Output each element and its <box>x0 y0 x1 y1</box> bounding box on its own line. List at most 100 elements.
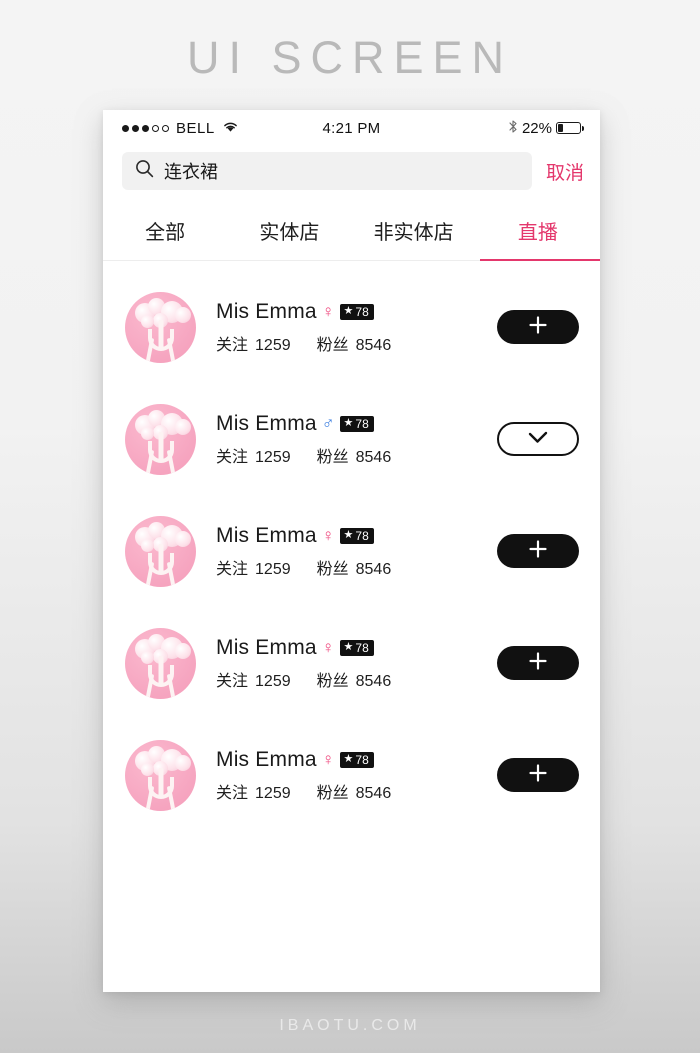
name-line: Mis Emma ♀ ★ 78 <box>216 748 497 772</box>
following-label: 关注 <box>216 784 249 802</box>
name-line: Mis Emma ♀ ★ 78 <box>216 524 497 548</box>
following-label: 关注 <box>216 560 249 578</box>
user-name: Mis Emma <box>216 523 317 547</box>
carrier-label: BELL <box>176 119 215 137</box>
following-count: 1259 <box>255 784 291 802</box>
gender-male-icon: ♂ <box>321 414 335 433</box>
follow-button[interactable] <box>497 534 579 568</box>
user-row[interactable]: Mis Emma ♀ ★ 78 关注 1259 粉丝 8546 <box>103 719 600 831</box>
user-list: Mis Emma ♀ ★ 78 关注 1259 粉丝 8546 Mis Emma ♂ ★ 78 关注 12… <box>103 261 600 831</box>
fans-count: 8546 <box>355 672 392 690</box>
gender-female-icon: ♀ <box>321 638 335 657</box>
status-bar-left: BELL <box>122 120 239 137</box>
search-value: 连衣裙 <box>164 162 218 182</box>
user-info: Mis Emma ♀ ★ 78 关注 1259 粉丝 8546 <box>196 748 497 803</box>
status-bar-right: 22% <box>508 119 584 138</box>
fans-count: 8546 <box>355 448 392 466</box>
page-title: UI SCREEN <box>186 32 514 83</box>
fans-label: 粉丝 <box>316 672 349 690</box>
tab-bar: 全部 实体店 非实体店 直播 <box>103 204 600 261</box>
name-line: Mis Emma ♂ ★ 78 <box>216 412 497 436</box>
star-icon: ★ <box>343 753 354 765</box>
name-line: Mis Emma ♀ ★ 78 <box>216 300 497 324</box>
bluetooth-icon <box>508 119 518 138</box>
fans-count: 8546 <box>355 560 392 578</box>
user-name: Mis Emma <box>216 411 317 435</box>
avatar[interactable] <box>125 515 196 587</box>
level-value: 78 <box>355 640 369 655</box>
following-label: 关注 <box>216 448 249 466</box>
level-value: 78 <box>355 752 369 767</box>
follow-button[interactable] <box>497 646 579 680</box>
star-icon: ★ <box>343 529 354 541</box>
plus-icon <box>528 539 548 564</box>
user-info: Mis Emma ♀ ★ 78 关注 1259 粉丝 8546 <box>196 524 497 579</box>
search-bar: 连衣裙 取消 <box>103 146 600 204</box>
fans-label: 粉丝 <box>316 784 349 802</box>
status-badge: ★ 78 <box>339 415 374 432</box>
user-name: Mis Emma <box>216 635 317 659</box>
avatar[interactable] <box>125 403 196 475</box>
signal-strength-icon <box>122 124 169 132</box>
stats-line: 关注 1259 粉丝 8546 <box>216 779 497 803</box>
fans-label: 粉丝 <box>316 448 349 466</box>
plus-icon <box>528 651 548 676</box>
status-badge: ★ 78 <box>339 303 374 320</box>
battery-percent-label: 22% <box>521 119 552 137</box>
user-info: Mis Emma ♀ ★ 78 关注 1259 粉丝 8546 <box>196 300 497 355</box>
avatar[interactable] <box>125 291 196 363</box>
status-badge: ★ 78 <box>339 527 374 544</box>
user-info: Mis Emma ♂ ★ 78 关注 1259 粉丝 8546 <box>196 412 497 467</box>
status-badge: ★ 78 <box>339 751 374 768</box>
stats-line: 关注 1259 粉丝 8546 <box>216 555 497 579</box>
stats-line: 关注 1259 粉丝 8546 <box>216 443 497 467</box>
user-name: Mis Emma <box>216 299 317 323</box>
wifi-icon <box>222 120 239 137</box>
avatar[interactable] <box>125 627 196 699</box>
plus-icon <box>528 763 548 788</box>
star-icon: ★ <box>343 641 354 653</box>
following-count: 1259 <box>255 672 291 690</box>
user-row[interactable]: Mis Emma ♀ ★ 78 关注 1259 粉丝 8546 <box>103 495 600 607</box>
tab-3[interactable]: 非实体店 <box>352 204 476 260</box>
gender-female-icon: ♀ <box>321 526 335 545</box>
user-row[interactable]: Mis Emma ♀ ★ 78 关注 1259 粉丝 8546 <box>103 607 600 719</box>
tab-4-active[interactable]: 直播 <box>476 204 600 261</box>
following-count: 1259 <box>255 448 291 466</box>
tab-2[interactable]: 实体店 <box>227 204 351 260</box>
tab-1[interactable]: 全部 <box>103 204 227 260</box>
check-icon <box>526 429 550 450</box>
following-count: 1259 <box>255 560 291 578</box>
plus-icon <box>528 315 548 340</box>
fans-count: 8546 <box>355 336 392 354</box>
gender-female-icon: ♀ <box>321 750 335 769</box>
follow-button[interactable] <box>497 758 579 792</box>
status-bar: BELL 4:21 PM 22% <box>103 110 600 146</box>
fans-label: 粉丝 <box>316 560 349 578</box>
level-value: 78 <box>355 416 369 431</box>
user-row[interactable]: Mis Emma ♀ ★ 78 关注 1259 粉丝 8546 <box>103 271 600 383</box>
user-row[interactable]: Mis Emma ♂ ★ 78 关注 1259 粉丝 8546 <box>103 383 600 495</box>
level-value: 78 <box>355 304 369 319</box>
stats-line: 关注 1259 粉丝 8546 <box>216 667 497 691</box>
name-line: Mis Emma ♀ ★ 78 <box>216 636 497 660</box>
following-count: 1259 <box>255 336 291 354</box>
fans-count: 8546 <box>355 784 392 802</box>
fans-label: 粉丝 <box>316 336 349 354</box>
search-input[interactable]: 连衣裙 <box>122 152 532 190</box>
following-label: 关注 <box>216 336 249 354</box>
page-footer: IBAOTU.COM <box>279 1017 421 1034</box>
followed-button[interactable] <box>497 422 579 456</box>
user-info: Mis Emma ♀ ★ 78 关注 1259 粉丝 8546 <box>196 636 497 691</box>
star-icon: ★ <box>343 305 354 317</box>
cancel-button[interactable]: 取消 <box>546 158 584 185</box>
search-icon <box>135 159 154 183</box>
user-name: Mis Emma <box>216 747 317 771</box>
level-value: 78 <box>355 528 369 543</box>
phone-mockup: BELL 4:21 PM 22% 连衣裙 取消 全部 实体店 非实体店 直播 M… <box>103 110 600 992</box>
follow-button[interactable] <box>497 310 579 344</box>
avatar[interactable] <box>125 739 196 811</box>
gender-female-icon: ♀ <box>321 302 335 321</box>
following-label: 关注 <box>216 672 249 690</box>
battery-icon <box>556 122 584 134</box>
